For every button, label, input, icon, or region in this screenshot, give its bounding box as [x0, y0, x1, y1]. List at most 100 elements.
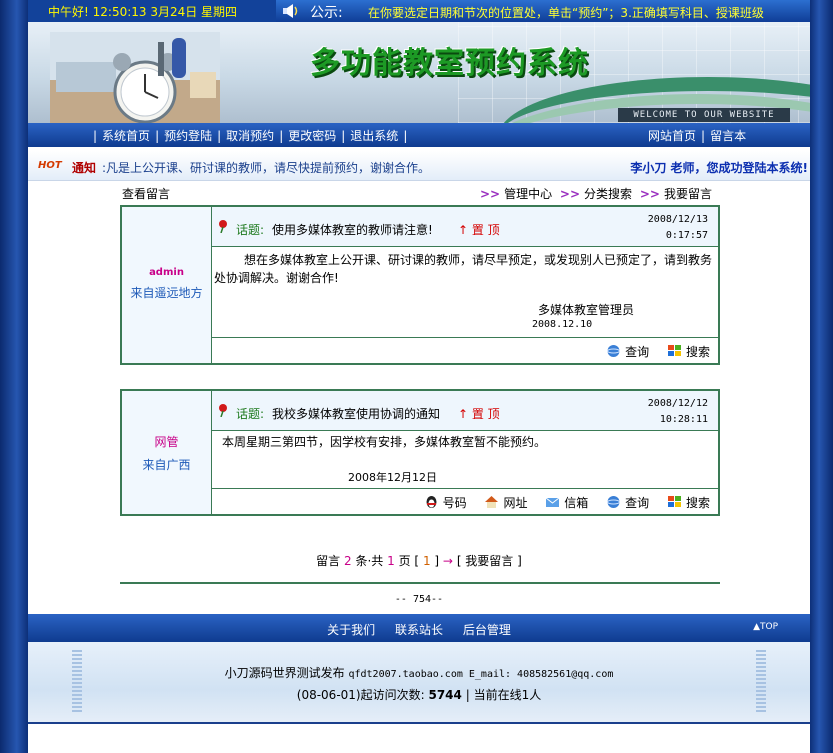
nav-separator: | [155, 129, 160, 143]
footer-publisher: 小刀源码世界测试发布 [224, 666, 345, 680]
message-card: 网管 来自广西 话题: 我校多媒体教室使用协调的通知 ↑ 置 顶 2008/12… [120, 389, 720, 516]
nav-separator: | [279, 129, 284, 143]
globe-icon [607, 496, 621, 508]
breadcrumb: 查看留言 >> 管理中心 >> 分类搜索 >> 我要留言 [120, 185, 720, 203]
message-card: admin 来自遥远地方 话题: 使用多媒体教室的教师请注意! ↑ 置 顶 20… [120, 205, 720, 365]
post-date: 2008/12/13 [647, 214, 708, 225]
email-button[interactable]: 信箱 [545, 494, 588, 511]
tool-group: 号码 网址 信箱 查询 搜索 [410, 494, 710, 511]
footer-contact: qfdt2007.taobao.com E_mail: 408582561@qq… [348, 669, 614, 680]
nav-item-home[interactable]: 系统首页 [102, 129, 150, 143]
nav-item-login[interactable]: 预约登陆 [164, 129, 212, 143]
topic-title[interactable]: 我校多媒体教室使用协调的通知 [272, 405, 440, 422]
qq-penguin-icon [426, 496, 437, 508]
message-count: 2 [344, 554, 352, 568]
signature-date: 2008年12月12日 [348, 471, 437, 484]
welcome-banner-text: WELCOME TO OUR WEBSITE [618, 108, 790, 122]
left-border [0, 0, 28, 753]
announcement-marquee: 在你要选定日期和节次的位置处，单击“预约”；3.正确填写科目、授课班级 [368, 6, 764, 20]
nav-item-guestbook[interactable]: 留言本 [710, 129, 746, 143]
page-frame: 中午好! 12:50:13 3月24日 星期四 公示: 在你要选定日期和节次的位… [28, 0, 810, 753]
topic-label: 话题: [236, 223, 265, 237]
post-date: 2008/12/12 [647, 398, 708, 409]
notice-text: :凡是上公开课、研讨课的教师，请尽快提前预约，谢谢合作。 [102, 161, 431, 175]
email-label: 信箱 [564, 496, 589, 510]
message-content: 本周星期三第四节，因学校有安排，多媒体教室暂不能预约。 [222, 435, 547, 449]
site-title: 多功能教室预约系统 [310, 46, 589, 81]
author-name: 网管 [154, 435, 179, 449]
next-arrow-icon[interactable]: → [443, 554, 453, 568]
page-title: 查看留言 [122, 187, 171, 201]
author-panel: 网管 来自广西 [122, 391, 212, 514]
author-location: 来自遥远地方 [130, 286, 203, 300]
link-category-search[interactable]: 分类搜索 [584, 187, 632, 201]
message-signature: 多媒体教室管理员 [538, 303, 635, 317]
windows-flag-icon [667, 496, 681, 507]
tool-group: 查询 搜索 [592, 343, 710, 360]
qq-label: 号码 [442, 496, 467, 510]
message-toolbar: 查询 搜索 [212, 337, 718, 363]
pagination: 留言 2 条·共 1 页 [ 1 ] → [ 我要留言 ] [28, 552, 810, 569]
message-header: 话题: 我校多媒体教室使用协调的通知 ↑ 置 顶 2008/12/12 10:2… [212, 391, 718, 431]
topic-label: 话题: [236, 407, 265, 421]
nav-item-website-home[interactable]: 网站首页 [648, 129, 696, 143]
page-counter: -- 754-- [394, 594, 444, 605]
post-message-link[interactable]: [ 我要留言 ] [457, 554, 522, 568]
alarm-clock-illustration [50, 32, 220, 123]
query-label: 查询 [625, 345, 650, 359]
search-button[interactable]: 搜索 [667, 343, 710, 360]
query-button[interactable]: 查询 [606, 494, 649, 511]
website-button[interactable]: 网址 [484, 494, 527, 511]
footer-link-about[interactable]: 关于我们 [327, 623, 375, 637]
hot-badge: HOT [38, 160, 62, 171]
message-content: 想在多媒体教室上公开课、研讨课的教师，请尽早预定，或发现别人已预定了，请到教务处… [214, 253, 713, 285]
query-label: 查询 [625, 496, 650, 510]
notice-label: 通知 [72, 161, 97, 175]
nav-item-logout[interactable]: 退出系统 [350, 129, 398, 143]
topic-title[interactable]: 使用多媒体教室的教师请注意! [272, 221, 433, 238]
pinned-badge: ↑ 置 顶 [458, 223, 500, 237]
post-time: 0:17:57 [665, 230, 708, 241]
mail-icon [545, 497, 560, 507]
nav-separator: | [403, 129, 408, 143]
link-admin-center[interactable]: 管理中心 [504, 187, 552, 201]
footer-decor-left [72, 650, 82, 714]
link-post-message[interactable]: 我要留言 [664, 187, 712, 201]
message-header: 话题: 使用多媒体教室的教师请注意! ↑ 置 顶 2008/12/13 0:17… [212, 207, 718, 247]
website-label: 网址 [503, 496, 528, 510]
announcement-label: 公示: [310, 5, 343, 21]
nav-item-cancel[interactable]: 取消预约 [226, 129, 274, 143]
greeting-clock: 中午好! 12:50:13 3月24日 星期四 [48, 5, 238, 19]
current-page[interactable]: 1 [423, 554, 431, 568]
qq-number-button[interactable]: 号码 [424, 494, 467, 511]
visit-count: 5744 [428, 688, 462, 702]
search-label: 搜索 [685, 496, 710, 510]
home-icon [485, 496, 499, 508]
main-nav: | 系统首页 | 预约登陆 | 取消预约 | 更改密码 | 退出系统 | 网站首页 | 留言本 [28, 123, 810, 147]
page-count: 1 [387, 554, 395, 568]
footer-link-admin[interactable]: 后台管理 [463, 623, 511, 637]
post-datetime: 2008/12/12 10:28:11 [648, 396, 708, 428]
query-button[interactable]: 查询 [606, 343, 649, 360]
right-border [810, 0, 833, 753]
search-button[interactable]: 搜索 [667, 494, 710, 511]
message-body: 话题: 我校多媒体教室使用协调的通知 ↑ 置 顶 2008/12/12 10:2… [212, 391, 718, 514]
pager-mid: 条·共 [355, 554, 384, 568]
pager-suffix: 页 [ [398, 554, 420, 568]
online-count: | 当前在线1人 [465, 688, 542, 702]
nav-left-group: | 系统首页 | 预约登陆 | 取消预约 | 更改密码 | 退出系统 | [88, 127, 412, 144]
speaker-icon [283, 4, 298, 18]
footer-credits: 小刀源码世界测试发布 qfdt2007.taobao.com E_mail: 4… [28, 664, 810, 681]
footer-decor-right [756, 650, 766, 714]
pager-after: ] [434, 554, 440, 568]
double-arrow-icon: >> [479, 187, 501, 201]
back-to-top-button[interactable]: ▲TOP [753, 622, 778, 632]
divider [120, 582, 720, 584]
footer-link-contact[interactable]: 联系站长 [395, 623, 443, 637]
rose-icon [219, 404, 227, 417]
nav-right-group: 网站首页 | 留言本 [648, 127, 746, 144]
author-name: admin [149, 267, 184, 278]
nav-item-password[interactable]: 更改密码 [288, 129, 336, 143]
crumb-links: >> 管理中心 >> 分类搜索 >> 我要留言 [476, 185, 712, 202]
login-welcome: 李小刀 老师，您成功登陆本系统! [630, 161, 808, 175]
